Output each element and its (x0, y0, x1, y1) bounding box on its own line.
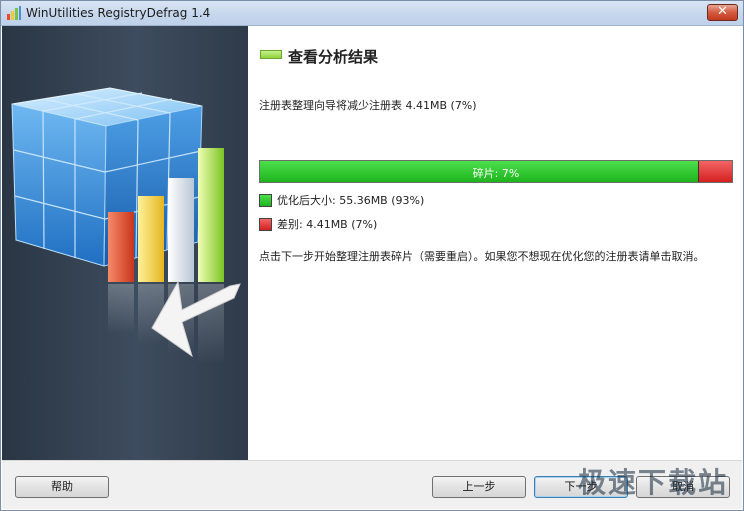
page-title: 查看分析结果 (288, 48, 379, 66)
legend-optimized: 优化后大小: 55.36MB (93%) (259, 192, 424, 208)
green-swatch-icon (259, 193, 272, 207)
wizard-footer: 帮助 上一步 下一步 取消 极速下载站 (2, 460, 742, 509)
close-button[interactable]: ✕ (707, 4, 738, 21)
close-icon: ✕ (717, 4, 728, 19)
wizard-sidebar-image (2, 26, 248, 460)
legend-optimized-text: 优化后大小: 55.36MB (93%) (277, 194, 425, 207)
legend-difference: 差别: 4.41MB (7%) (259, 216, 377, 232)
app-icon (7, 6, 21, 20)
instruction-text: 点击下一步开始整理注册表碎片（需要重启）。如果您不想现在优化您的注册表请单击取消… (259, 250, 705, 263)
watermark: 极速下载站 (577, 466, 728, 499)
summary-text: 注册表整理向导将减少注册表 4.41MB (7%) (259, 99, 477, 112)
fragment-label: 碎片: 7% (472, 167, 520, 180)
green-bar-icon (260, 50, 282, 59)
cube-chart-illustration (11, 87, 241, 364)
help-button[interactable]: 帮助 (15, 476, 109, 498)
red-swatch-icon (259, 217, 272, 231)
window-title: WinUtilities RegistryDefrag 1.4 (26, 6, 211, 20)
result-progress-bar: 碎片: 7% (259, 160, 733, 183)
back-button[interactable]: 上一步 (432, 476, 526, 498)
title-bar: WinUtilities RegistryDefrag 1.4 ✕ (0, 0, 744, 26)
legend-difference-text: 差别: 4.41MB (7%) (277, 218, 378, 231)
wizard-content: 查看分析结果 注册表整理向导将减少注册表 4.41MB (7%) 碎片: 7% … (248, 26, 742, 460)
